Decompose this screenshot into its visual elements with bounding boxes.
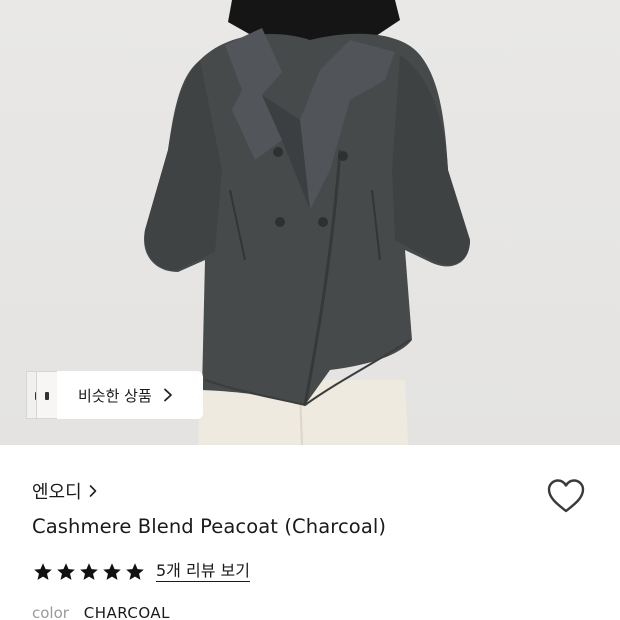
chevron-right-icon [163,388,172,402]
star-icon [34,563,52,580]
brand-name: 엔오디 [32,482,82,503]
reviews-link[interactable]: 5개 리뷰 보기 [156,562,250,582]
color-option-row: color CHARCOAL [32,604,170,620]
similar-items-thumbnails [26,371,60,419]
color-option-value: CHARCOAL [83,604,171,620]
similar-items-button[interactable]: 비슷한 상품 [26,371,203,419]
star-rating [32,561,146,583]
star-icon [57,563,75,580]
star-icon [103,563,121,580]
similar-items-label: 비슷한 상품 [78,386,152,405]
brand-link[interactable]: 엔오디 [32,478,98,504]
color-option-label: color [32,604,69,620]
product-detail-page: 비슷한 상품 엔오디 Cashmere Blend Peacoat (Charc… [0,0,620,620]
rating-row: 5개 리뷰 보기 [32,560,250,584]
similar-items-pill[interactable]: 비슷한 상품 [57,371,203,419]
chevron-right-icon [89,485,96,497]
star-icon [126,563,144,580]
heart-outline-icon[interactable] [545,476,587,516]
product-title: Cashmere Blend Peacoat (Charcoal) [32,515,387,538]
similar-item-thumbnail [36,371,58,419]
star-icon [80,563,98,580]
